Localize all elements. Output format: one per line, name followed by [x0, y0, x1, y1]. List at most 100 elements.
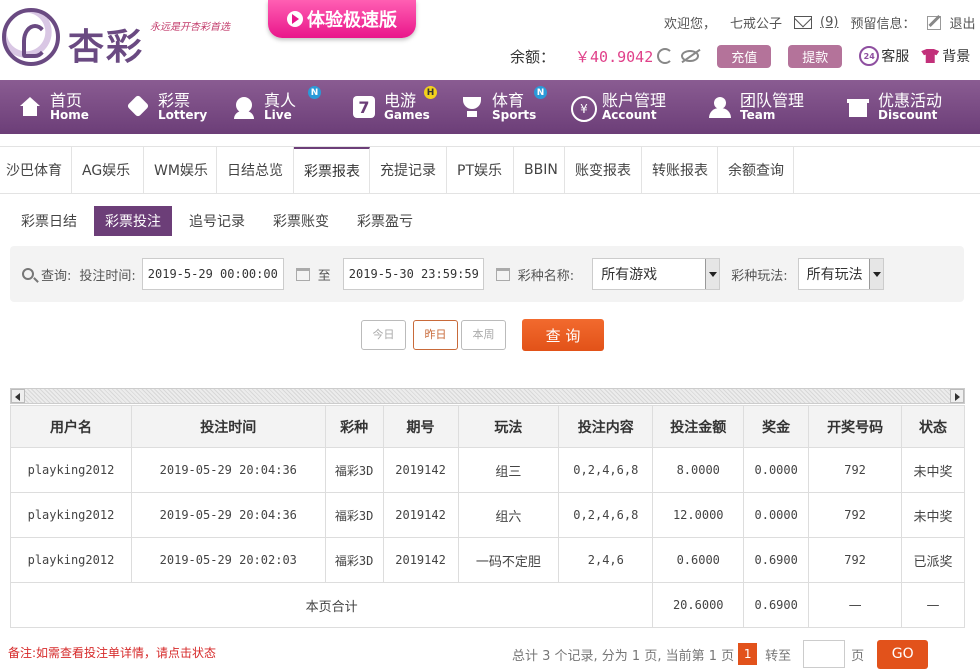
- column-header: 期号: [382, 405, 459, 448]
- horizontal-scrollbar[interactable]: [10, 388, 965, 404]
- tab-transfer-report[interactable]: 转账报表: [642, 147, 718, 193]
- tab-pt[interactable]: PT娱乐: [447, 147, 514, 193]
- tab-saba-sports[interactable]: 沙巴体育: [0, 147, 72, 193]
- pager-summary: 总计 3 个记录, 分为 1 页, 当前第 1 页: [512, 648, 735, 664]
- go-button[interactable]: GO: [877, 639, 929, 669]
- subtab-profit-loss[interactable]: 彩票盈亏: [346, 206, 424, 236]
- remark-note: 备注:如需查看投注单详情，请点击状态: [8, 646, 217, 660]
- cell-amount: 0.6000: [652, 537, 745, 583]
- gift-icon: [846, 95, 870, 119]
- nav-item-sports[interactable]: 体育 Sports N: [442, 80, 552, 134]
- nav-item-live[interactable]: 真人 Live N: [216, 80, 340, 134]
- hot-badge: H: [424, 86, 437, 99]
- hide-balance-icon[interactable]: [681, 50, 700, 62]
- summary-bonus: 0.6900: [743, 582, 810, 628]
- account-icon: [570, 95, 597, 122]
- play-type-select[interactable]: 所有玩法: [797, 258, 884, 290]
- subtab-chase[interactable]: 追号记录: [178, 206, 256, 236]
- current-page-button[interactable]: 1: [738, 643, 758, 665]
- subtab-account-change[interactable]: 彩票账变: [262, 206, 340, 236]
- status-link[interactable]: 未中奖: [901, 447, 965, 493]
- tab-daily-overview[interactable]: 日结总览: [217, 147, 294, 193]
- brand-name: 杏彩: [68, 26, 145, 68]
- game-select[interactable]: 所有游戏: [592, 258, 721, 290]
- summary-row: 本页合计 20.6000 0.6900 — —: [9, 582, 965, 628]
- welcome-bar: 欢迎您， 七戒公子 (9) 预留信息： 退出: [664, 13, 975, 32]
- cell-content: 0,2,4,6,8: [558, 492, 654, 538]
- lottery-subtabs: 彩票日结 彩票投注 追号记录 彩票账变 彩票盈亏: [10, 206, 430, 236]
- mail-icon[interactable]: [794, 16, 813, 29]
- tab-deposit-withdraw[interactable]: 充提记录: [370, 147, 447, 193]
- scroll-right-icon[interactable]: [950, 389, 964, 403]
- welcome-text: 欢迎您，: [664, 17, 717, 32]
- home-icon: [18, 95, 42, 119]
- start-time-input[interactable]: 2019-5-29 00:00:00: [141, 258, 284, 290]
- column-header: 投注内容: [558, 405, 654, 448]
- this-week-button[interactable]: 本周: [461, 320, 506, 350]
- status-link[interactable]: 已派奖: [901, 537, 965, 583]
- new-badge: N: [534, 86, 547, 99]
- search-icon: [22, 268, 34, 280]
- withdraw-button[interactable]: 提款: [788, 44, 843, 68]
- chevron-down-icon: [705, 259, 720, 289]
- column-header: 投注金额: [652, 405, 745, 448]
- username[interactable]: 七戒公子: [730, 13, 782, 32]
- to-label: 至: [317, 268, 331, 284]
- refresh-icon[interactable]: [657, 48, 674, 64]
- nav-item-team[interactable]: 团队管理 Team: [690, 80, 832, 134]
- tab-lottery-report[interactable]: 彩票报表: [294, 147, 370, 193]
- page-unit-label: 页: [851, 648, 865, 664]
- end-time-input[interactable]: 2019-5-30 23:59:59: [342, 258, 484, 290]
- new-badge: N: [308, 86, 321, 99]
- cell-content: 0,2,4,6,8: [558, 447, 654, 493]
- query-submit-button[interactable]: 查 询: [522, 319, 604, 351]
- today-button[interactable]: 今日: [361, 320, 406, 350]
- live-icon: [232, 95, 256, 119]
- cell-bet-time: 2019-05-29 20:02:03: [130, 537, 326, 583]
- subtab-bets[interactable]: 彩票投注: [94, 206, 172, 236]
- cell-content: 2,4,6: [558, 537, 654, 583]
- subtab-daily[interactable]: 彩票日结: [10, 206, 88, 236]
- pagination: 总计 3 个记录, 分为 1 页, 当前第 1 页 1 转至 页 GO: [512, 639, 929, 669]
- main-nav: 首页Home 彩票Lottery 真人Live N 电游Games H 体育Sp…: [0, 80, 980, 134]
- calendar-icon[interactable]: [495, 267, 510, 281]
- deposit-button[interactable]: 充值: [717, 44, 772, 68]
- message-count[interactable]: (9): [820, 15, 838, 30]
- background-link[interactable]: 背景: [921, 46, 970, 66]
- experience-fast-version-button[interactable]: 体验极速版: [268, 0, 416, 38]
- balance-label: 余额：: [510, 47, 556, 66]
- nav-item-games[interactable]: 电游Games H: [340, 80, 442, 134]
- logo[interactable]: 杏彩 永远是开杏彩首选: [0, 6, 240, 72]
- column-header: 玩法: [457, 405, 560, 448]
- nav-item-account[interactable]: 账户管理Account: [552, 80, 690, 134]
- status-link[interactable]: 未中奖: [901, 492, 965, 538]
- tab-bbin[interactable]: BBIN: [514, 147, 565, 193]
- cell-amount: 8.0000: [652, 447, 745, 493]
- summary-status-dash: —: [901, 582, 965, 628]
- reserved-info-label: 预留信息：: [850, 17, 916, 32]
- table-row: playking2012 2019-05-29 20:04:36 福彩3D 20…: [10, 492, 965, 538]
- nav-item-lottery[interactable]: 彩票 Lottery: [108, 80, 216, 134]
- cell-draw-number: 792: [808, 447, 903, 493]
- balance-row: 余额： ￥40.9042 充值 提款 24 客服 背景: [510, 43, 970, 69]
- tab-ag[interactable]: AG娱乐: [72, 147, 144, 193]
- edit-icon[interactable]: [927, 15, 942, 30]
- logout-link[interactable]: 退出: [949, 13, 975, 32]
- yesterday-button[interactable]: 昨日: [413, 320, 458, 350]
- summary-draw-dash: —: [808, 582, 903, 628]
- cell-issue: 2019142: [382, 537, 459, 583]
- nav-item-discount[interactable]: 优惠活动 Discount: [832, 80, 980, 134]
- customer-service-link[interactable]: 24 客服: [859, 46, 909, 66]
- column-header: 开奖号码: [808, 405, 903, 448]
- cell-play-type: 一码不定胆: [457, 537, 560, 583]
- nav-item-home[interactable]: 首页 Home: [0, 80, 108, 134]
- cell-issue: 2019142: [382, 447, 459, 493]
- tab-balance-query[interactable]: 余额查询: [718, 147, 794, 193]
- logo-emblem-icon: [2, 8, 60, 66]
- scroll-left-icon[interactable]: [11, 389, 25, 403]
- page-number-input[interactable]: [803, 640, 846, 668]
- tab-wm[interactable]: WM娱乐: [144, 147, 217, 193]
- calendar-icon[interactable]: [295, 267, 310, 281]
- tab-account-change[interactable]: 账变报表: [565, 147, 642, 193]
- game-name-label: 彩种名称:: [517, 268, 575, 284]
